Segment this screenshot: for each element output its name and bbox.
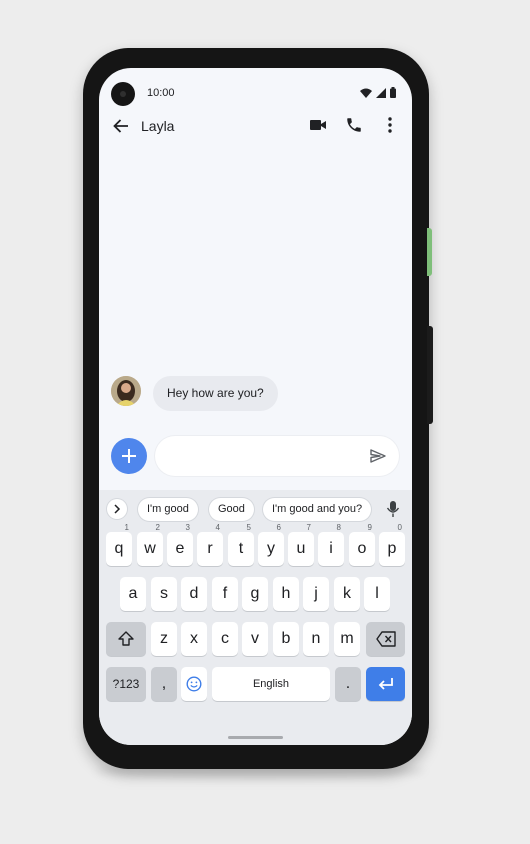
phone-screen: 10:00 Layla Hey how are you? I'm good Go… (99, 68, 412, 745)
key-j[interactable]: j (303, 577, 329, 611)
plus-icon (122, 449, 136, 463)
suggestion-chip[interactable]: I'm good and you? (263, 498, 372, 521)
key-b[interactable]: b (273, 622, 299, 656)
period-key[interactable]: . (335, 667, 361, 701)
key-p[interactable]: p0 (379, 523, 405, 566)
key-d[interactable]: d (181, 577, 207, 611)
key-q[interactable]: q1 (106, 523, 132, 566)
key-y[interactable]: y6 (258, 523, 284, 566)
key-hint: 7 (306, 523, 311, 532)
shift-icon (118, 631, 134, 646)
phone-icon[interactable] (345, 116, 363, 134)
volume-button (427, 326, 433, 424)
key-n[interactable]: n (303, 622, 329, 656)
key-z[interactable]: z (151, 622, 177, 656)
enter-key[interactable] (366, 667, 405, 701)
suggestion-chip[interactable]: I'm good (138, 498, 198, 521)
key-label: p (387, 540, 397, 557)
key-hint: 0 (397, 523, 402, 532)
suggestion-expand-button[interactable] (107, 499, 127, 519)
comma-key[interactable]: , (151, 667, 177, 701)
key-k[interactable]: k (334, 577, 360, 611)
key-f[interactable]: f (212, 577, 238, 611)
key-hint: 5 (246, 523, 251, 532)
back-arrow-icon[interactable] (113, 118, 129, 134)
key-a[interactable]: a (120, 577, 146, 611)
key-label: r (207, 540, 213, 557)
key-hint: 4 (215, 523, 220, 532)
key-w[interactable]: w2 (137, 523, 163, 566)
avatar (111, 376, 141, 406)
enter-icon (378, 678, 393, 690)
symbols-key[interactable]: ?123 (106, 667, 146, 701)
video-call-icon[interactable] (309, 116, 327, 134)
key-label: y (267, 540, 275, 557)
signal-icon (376, 87, 386, 98)
key-label: e (175, 540, 185, 557)
key-label: t (238, 540, 244, 557)
emoji-icon (186, 676, 202, 692)
front-camera (111, 82, 135, 106)
more-vert-icon[interactable] (383, 116, 397, 134)
shift-key[interactable] (106, 622, 146, 656)
key-hint: 3 (185, 523, 190, 532)
key-i[interactable]: i8 (318, 523, 344, 566)
key-o[interactable]: o9 (349, 523, 375, 566)
space-key[interactable]: English (212, 667, 330, 701)
key-u[interactable]: u7 (288, 523, 314, 566)
key-label: o (357, 540, 367, 557)
key-label: i (329, 540, 333, 557)
key-c[interactable]: c (212, 622, 238, 656)
key-hint: 8 (336, 523, 341, 532)
status-icons (360, 87, 396, 98)
send-icon[interactable] (369, 447, 387, 465)
keyboard: I'm good Good I'm good and you? q1 w2 e3… (99, 490, 412, 745)
key-hint: 2 (155, 523, 160, 532)
add-attachment-button[interactable] (111, 438, 147, 474)
key-t[interactable]: t5 (228, 523, 254, 566)
key-label: q (114, 540, 124, 557)
key-v[interactable]: v (242, 622, 268, 656)
key-s[interactable]: s (151, 577, 177, 611)
message-input[interactable] (155, 436, 399, 476)
key-m[interactable]: m (334, 622, 360, 656)
emoji-key[interactable] (181, 667, 207, 701)
chevron-right-icon (114, 504, 121, 514)
status-time: 10:00 (147, 87, 175, 99)
message-bubble: Hey how are you? (153, 376, 278, 411)
key-g[interactable]: g (242, 577, 268, 611)
backspace-icon (375, 631, 396, 647)
battery-icon (390, 87, 396, 98)
backspace-key[interactable] (366, 622, 405, 656)
key-label: u (296, 540, 306, 557)
wifi-icon (360, 88, 372, 98)
suggestion-chip[interactable]: Good (209, 498, 254, 521)
home-indicator[interactable] (228, 736, 283, 739)
app-bar: Layla (99, 110, 412, 144)
key-hint: 1 (124, 523, 129, 532)
mic-icon[interactable] (386, 500, 400, 518)
key-label: w (144, 540, 156, 557)
key-l[interactable]: l (364, 577, 390, 611)
key-hint: 6 (276, 523, 281, 532)
power-button (427, 228, 432, 276)
key-r[interactable]: r4 (197, 523, 223, 566)
key-h[interactable]: h (273, 577, 299, 611)
contact-name: Layla (141, 118, 175, 134)
key-x[interactable]: x (181, 622, 207, 656)
key-e[interactable]: e3 (167, 523, 193, 566)
key-hint: 9 (367, 523, 372, 532)
